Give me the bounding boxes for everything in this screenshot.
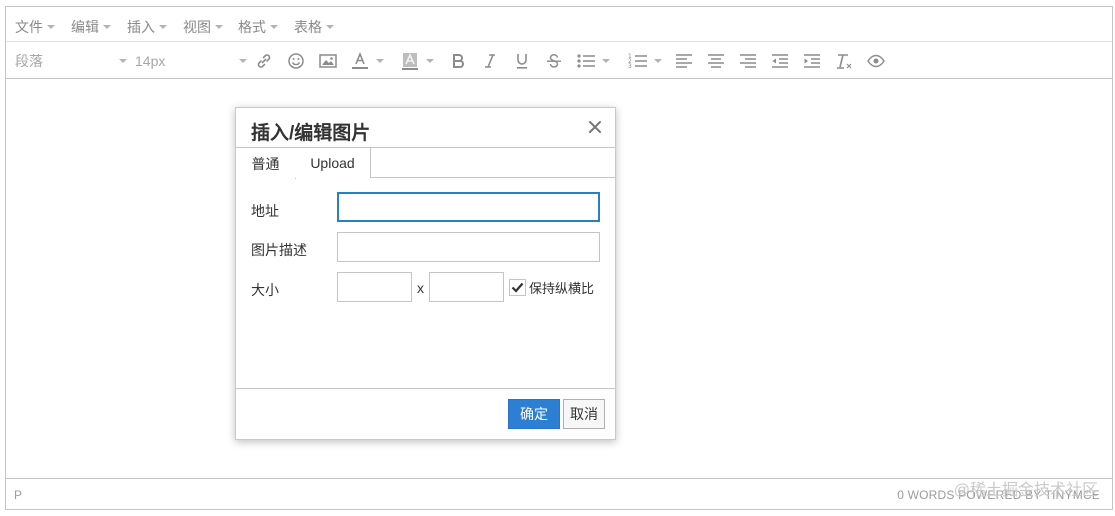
align-left-icon [676, 54, 692, 68]
image-icon [319, 54, 337, 68]
link-icon [257, 54, 271, 68]
indent-button[interactable] [802, 50, 822, 72]
toolbar: 段落 14px 1 2 3 [6, 43, 1112, 79]
caret-down-icon [159, 25, 167, 29]
text-color-icon [352, 51, 368, 69]
caret-down-icon [376, 59, 384, 63]
tab-general[interactable]: 普通 [236, 148, 296, 179]
preview-icon [867, 54, 885, 68]
menu-table[interactable]: 表格 [294, 17, 334, 37]
menu-format[interactable]: 格式 [238, 17, 278, 37]
tab-general-label: 普通 [251, 155, 280, 172]
menu-edit-label: 编辑 [71, 19, 99, 35]
bullet-list-button[interactable] [576, 50, 620, 72]
checkmark-icon [511, 282, 524, 293]
description-label: 图片描述 [251, 242, 307, 258]
size-label: 大小 [251, 282, 279, 298]
watermark: @稀土掘金技术社区 [953, 482, 1098, 499]
menu-insert-label: 插入 [127, 19, 155, 35]
preview-button[interactable] [866, 50, 886, 72]
indent-icon [804, 54, 820, 68]
menu-insert[interactable]: 插入 [127, 17, 167, 37]
caret-down-icon [426, 59, 434, 63]
dialog-title: 插入/编辑图片 [251, 123, 371, 144]
checkbox-box[interactable] [509, 279, 526, 296]
block-format-value: 段落 [15, 53, 43, 69]
align-right-icon [740, 54, 756, 68]
menu-edit[interactable]: 编辑 [71, 17, 111, 37]
caret-down-icon [47, 25, 55, 29]
dialog-tabs: 普通 Upload [236, 148, 615, 179]
caret-down-icon [103, 25, 111, 29]
font-size-value: 14px [135, 53, 166, 69]
menu-table-label: 表格 [294, 19, 322, 35]
caret-down-icon [326, 25, 334, 29]
width-input[interactable] [337, 272, 412, 302]
bold-button[interactable] [448, 50, 468, 72]
clear-format-icon [837, 54, 852, 69]
close-icon[interactable] [587, 119, 603, 135]
text-color-button[interactable] [350, 50, 390, 72]
ok-button[interactable]: 确定 [508, 399, 560, 429]
menu-format-label: 格式 [238, 19, 266, 35]
image-dialog: 插入/编辑图片 普通 Upload 地址 图片描述 大小 x 保持纵横比 确定 … [235, 107, 616, 440]
numbered-list-icon: 123 [628, 53, 647, 70]
caret-down-icon [239, 59, 247, 63]
numbered-list-button[interactable]: 123 [628, 50, 672, 72]
caret-down-icon [270, 25, 278, 29]
align-right-button[interactable] [738, 50, 758, 72]
menu-file[interactable]: 文件 [15, 17, 55, 37]
dialog-header: 插入/编辑图片 [236, 108, 615, 148]
block-format-select[interactable]: 段落 [15, 50, 127, 72]
underline-icon [517, 54, 527, 69]
strikethrough-button[interactable] [544, 50, 564, 72]
italic-button[interactable] [480, 50, 500, 72]
element-path[interactable]: P [14, 488, 22, 502]
outdent-icon [772, 54, 788, 68]
font-size-select[interactable]: 14px [135, 50, 247, 72]
menu-view[interactable]: 视图 [183, 17, 223, 37]
description-input[interactable] [337, 232, 600, 262]
underline-button[interactable] [512, 50, 532, 72]
cancel-button[interactable]: 取消 [563, 399, 605, 429]
dialog-footer: 确定 取消 [236, 388, 615, 439]
clear-format-button[interactable] [834, 50, 854, 72]
emoji-icon [288, 53, 304, 69]
image-button[interactable] [318, 50, 338, 72]
bullet-list-icon [577, 54, 595, 68]
align-center-icon [708, 54, 724, 68]
constrain-label: 保持纵横比 [529, 281, 595, 296]
menu-file-label: 文件 [15, 19, 43, 35]
size-separator: x [417, 280, 424, 296]
svg-text:3: 3 [628, 63, 632, 70]
bold-icon [453, 54, 464, 68]
menubar: 文件 编辑 插入 视图 格式 表格 [6, 7, 1112, 42]
source-input[interactable] [337, 192, 600, 222]
height-input[interactable] [429, 272, 504, 302]
tab-upload[interactable]: Upload [295, 148, 371, 178]
align-left-button[interactable] [674, 50, 694, 72]
statusbar: P 0 WORDS POWERED BY TINYMCE @稀土掘金技术社区 [6, 478, 1112, 509]
background-color-icon [402, 53, 418, 70]
source-label: 地址 [251, 203, 279, 219]
menu-view-label: 视图 [183, 19, 211, 35]
tab-upload-label: Upload [310, 155, 355, 171]
background-color-button[interactable] [400, 50, 440, 72]
strikethrough-icon [547, 54, 561, 68]
link-button[interactable] [254, 50, 274, 72]
emoji-button[interactable] [286, 50, 306, 72]
constrain-proportions-checkbox[interactable]: 保持纵横比 [509, 278, 594, 297]
italic-icon [485, 54, 495, 68]
align-center-button[interactable] [706, 50, 726, 72]
caret-down-icon [215, 25, 223, 29]
outdent-button[interactable] [770, 50, 790, 72]
caret-down-icon [654, 59, 662, 63]
caret-down-icon [119, 59, 127, 63]
caret-down-icon [602, 59, 610, 63]
